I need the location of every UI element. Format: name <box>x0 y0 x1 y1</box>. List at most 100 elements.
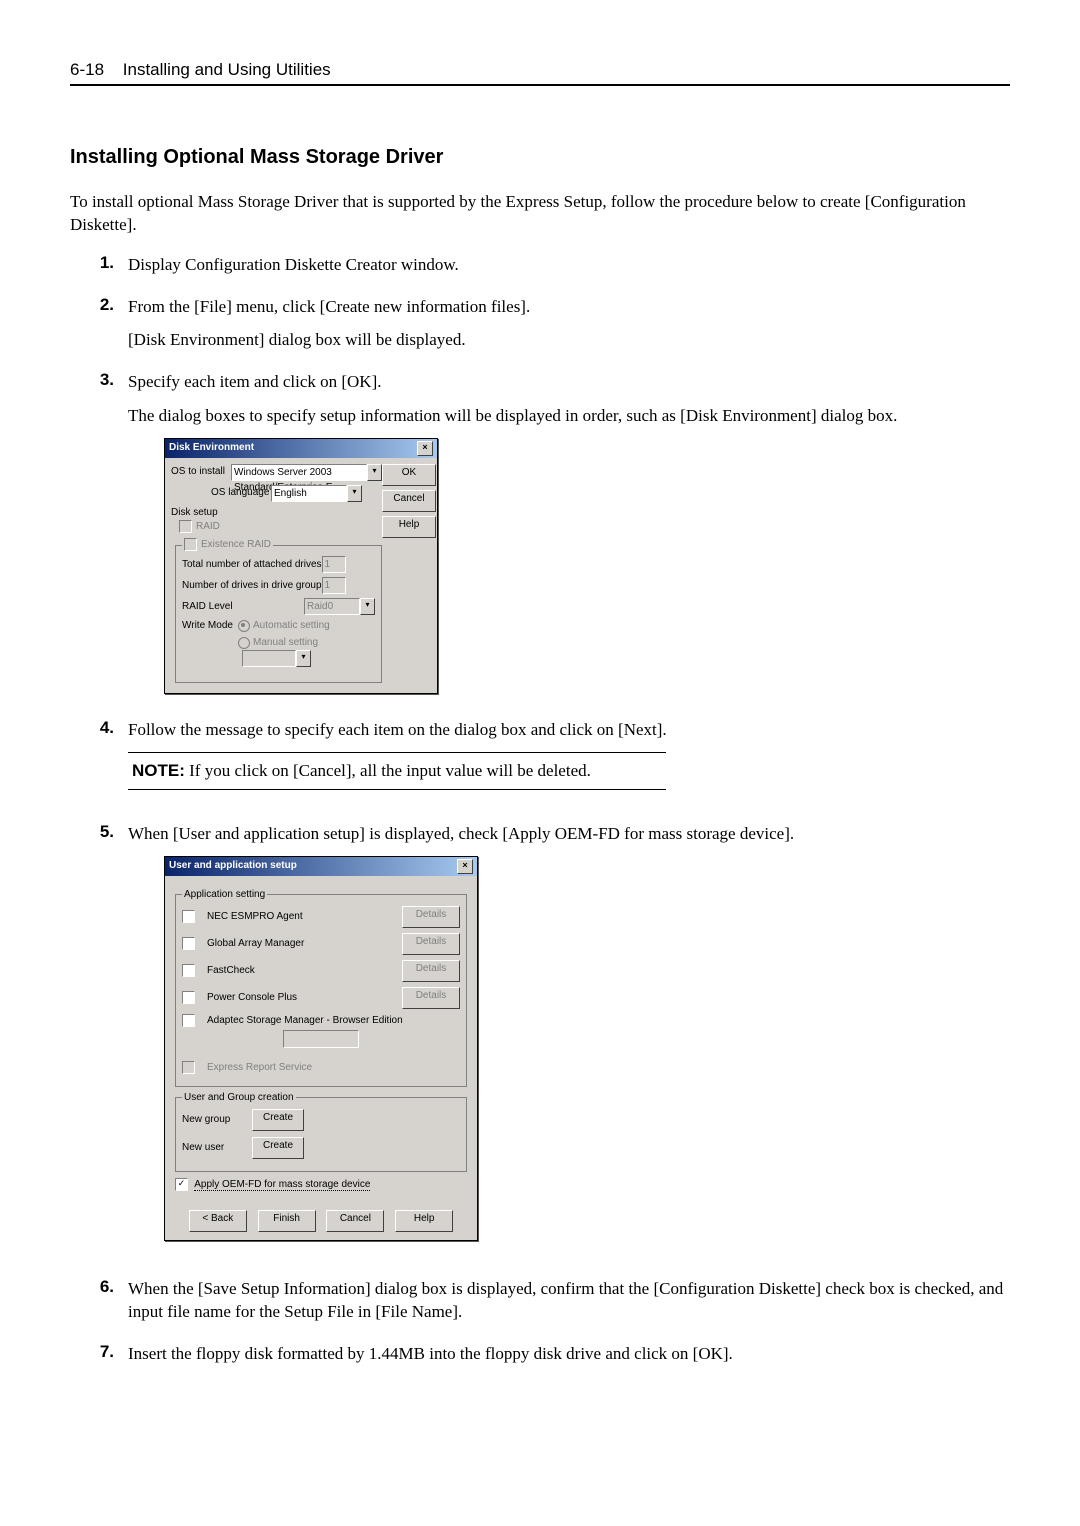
write-mode-auto-label: Automatic setting <box>253 620 330 631</box>
dialog-titlebar: User and application setup × <box>165 857 477 876</box>
help-button[interactable]: Help <box>382 516 436 538</box>
total-drives-label: Total number of attached drives <box>182 558 322 572</box>
power-console-label: Power Console Plus <box>207 991 394 1005</box>
details-button[interactable]: Details <box>402 933 460 955</box>
step-text: Display Configuration Diskette Creator w… <box>128 253 1010 277</box>
note-text: If you click on [Cancel], all the input … <box>185 761 591 780</box>
step-7: 7. Insert the floppy disk formatted by 1… <box>70 1342 1010 1376</box>
step-text: When [User and application setup] is dis… <box>128 822 1010 846</box>
ok-button[interactable]: OK <box>382 464 436 486</box>
step-number: 4. <box>70 718 128 738</box>
step-2: 2. From the [File] menu, click [Create n… <box>70 295 1010 363</box>
note-box: NOTE: If you click on [Cancel], all the … <box>128 752 666 790</box>
express-report-checkbox[interactable] <box>182 1061 195 1074</box>
step-1: 1. Display Configuration Diskette Creato… <box>70 253 1010 287</box>
total-drives-input[interactable]: 1 <box>322 556 346 573</box>
os-language-select[interactable]: English <box>271 485 347 502</box>
step-number: 5. <box>70 822 128 842</box>
raid-level-label: RAID Level <box>182 600 242 614</box>
close-icon[interactable]: × <box>417 441 433 456</box>
existence-raid-checkbox[interactable] <box>184 538 197 551</box>
num-drives-group-input[interactable]: 1 <box>322 577 346 594</box>
cancel-button[interactable]: Cancel <box>326 1210 384 1232</box>
dialog-titlebar: Disk Environment × <box>165 439 437 458</box>
dialog-title: User and application setup <box>169 859 297 873</box>
user-group-legend: User and Group creation <box>182 1091 296 1105</box>
raid-label: RAID <box>196 521 220 532</box>
chevron-down-icon[interactable]: ▾ <box>360 598 375 615</box>
nec-esmpro-label: NEC ESMPRO Agent <box>207 910 394 924</box>
num-drives-group-label: Number of drives in drive group <box>182 579 322 593</box>
page-number: 6-18 <box>70 60 104 79</box>
step-text: From the [File] menu, click [Create new … <box>128 295 1010 319</box>
step-text: Specify each item and click on [OK]. <box>128 370 1010 394</box>
nec-esmpro-checkbox[interactable] <box>182 910 195 923</box>
chevron-down-icon[interactable]: ▾ <box>296 650 311 667</box>
user-group-fieldset: User and Group creation New group Create… <box>175 1091 467 1172</box>
application-setting-fieldset: Application setting NEC ESMPRO Agent Det… <box>175 888 467 1087</box>
step-5: 5. When [User and application setup] is … <box>70 822 1010 1269</box>
fastcheck-label: FastCheck <box>207 964 394 978</box>
page-header: 6-18 Installing and Using Utilities <box>70 60 1010 86</box>
express-report-label: Express Report Service <box>207 1061 460 1075</box>
disk-environment-dialog: Disk Environment × OS to install Windows… <box>164 438 438 694</box>
step-text: Insert the floppy disk formatted by 1.44… <box>128 1342 1010 1366</box>
user-app-setup-dialog: User and application setup × Application… <box>164 856 478 1241</box>
os-to-install-select[interactable]: Windows Server 2003 Standard/Enterprise … <box>231 464 367 481</box>
section-title: Installing Optional Mass Storage Driver <box>70 146 1010 169</box>
adaptec-input[interactable] <box>283 1030 359 1048</box>
apply-oem-label: Apply OEM-FD for mass storage device <box>194 1179 370 1191</box>
finish-button[interactable]: Finish <box>258 1210 316 1232</box>
close-icon[interactable]: × <box>457 859 473 874</box>
fastcheck-checkbox[interactable] <box>182 964 195 977</box>
adaptec-checkbox[interactable] <box>182 1014 195 1027</box>
write-mode-manual-label: Manual setting <box>253 637 318 648</box>
header-title: Installing and Using Utilities <box>123 60 331 79</box>
raid-checkbox[interactable] <box>179 520 192 533</box>
step-3: 3. Specify each item and click on [OK]. … <box>70 370 1010 710</box>
details-button[interactable]: Details <box>402 987 460 1009</box>
os-to-install-label: OS to install <box>171 465 231 479</box>
application-setting-legend: Application setting <box>182 888 267 902</box>
write-mode-manual-select[interactable] <box>242 650 296 667</box>
adaptec-label: Adaptec Storage Manager - Browser Editio… <box>207 1014 460 1028</box>
details-button[interactable]: Details <box>402 960 460 982</box>
global-array-checkbox[interactable] <box>182 937 195 950</box>
disk-setup-label: Disk setup <box>171 506 382 520</box>
power-console-checkbox[interactable] <box>182 991 195 1004</box>
intro-paragraph: To install optional Mass Storage Driver … <box>70 191 1010 237</box>
create-group-button[interactable]: Create <box>252 1109 304 1131</box>
write-mode-label: Write Mode <box>182 619 238 633</box>
existence-raid-fieldset: Existence RAID Total number of attached … <box>175 538 382 683</box>
help-button[interactable]: Help <box>395 1210 453 1232</box>
note-label: NOTE: <box>132 761 185 780</box>
new-group-label: New group <box>182 1113 242 1127</box>
global-array-label: Global Array Manager <box>207 937 394 951</box>
step-text: When the [Save Setup Information] dialog… <box>128 1277 1010 1325</box>
apply-oem-checkbox[interactable]: ✓ <box>175 1178 188 1191</box>
chevron-down-icon[interactable]: ▾ <box>347 485 362 502</box>
cancel-button[interactable]: Cancel <box>382 490 436 512</box>
step-text: Follow the message to specify each item … <box>128 718 1010 742</box>
existence-raid-label: Existence RAID <box>201 539 271 550</box>
new-user-label: New user <box>182 1141 242 1155</box>
chevron-down-icon[interactable]: ▾ <box>367 464 382 481</box>
back-button[interactable]: < Back <box>189 1210 247 1232</box>
write-mode-auto-radio[interactable] <box>238 620 250 632</box>
dialog-title: Disk Environment <box>169 441 254 455</box>
step-text-extra: [Disk Environment] dialog box will be di… <box>128 328 1010 352</box>
create-user-button[interactable]: Create <box>252 1137 304 1159</box>
step-number: 3. <box>70 370 128 390</box>
os-language-label: OS language <box>211 486 271 500</box>
step-text-extra: The dialog boxes to specify setup inform… <box>128 404 1010 428</box>
details-button[interactable]: Details <box>402 906 460 928</box>
step-number: 2. <box>70 295 128 315</box>
step-number: 1. <box>70 253 128 273</box>
raid-level-select[interactable]: Raid0 <box>304 598 360 615</box>
step-6: 6. When the [Save Setup Information] dia… <box>70 1277 1010 1335</box>
write-mode-manual-radio[interactable] <box>238 637 250 649</box>
step-4: 4. Follow the message to specify each it… <box>70 718 1010 814</box>
step-number: 7. <box>70 1342 128 1362</box>
step-number: 6. <box>70 1277 128 1297</box>
steps-list: 1. Display Configuration Diskette Creato… <box>70 253 1010 1376</box>
